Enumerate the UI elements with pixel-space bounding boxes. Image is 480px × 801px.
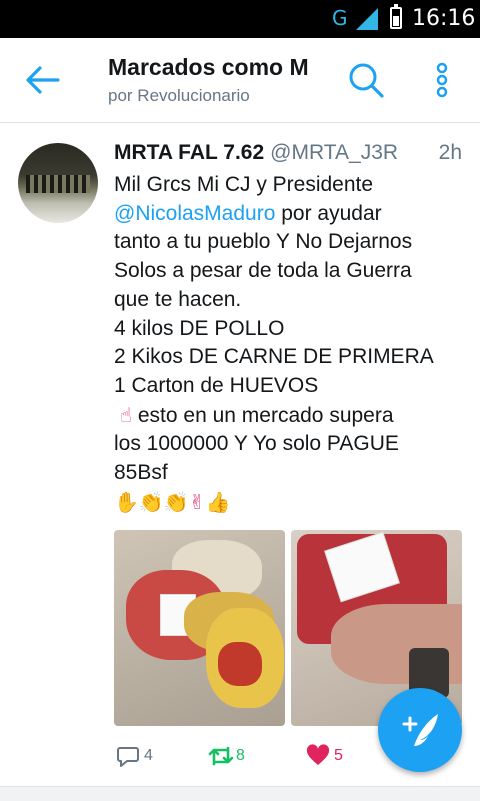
back-arrow-icon[interactable]: [22, 62, 62, 98]
tweet-line: por ayudar: [275, 201, 382, 225]
retweet-icon: [208, 746, 234, 766]
mention-link[interactable]: @NicolasMaduro: [114, 202, 275, 225]
app-bar: Marcados como M por Revolucionario: [0, 38, 480, 123]
more-vertical-icon[interactable]: [430, 60, 454, 100]
author-handle[interactable]: @MRTA_J3R: [270, 141, 398, 164]
reply-count: 4: [144, 747, 153, 764]
battery-icon: [390, 4, 402, 29]
tweet-line: 1 Carton de HUEVOS: [114, 373, 319, 397]
pointing-up-emoji-icon: ☝: [119, 402, 133, 427]
network-type: G: [332, 6, 348, 30]
tweet-line: 4 kilos DE POLLO: [114, 316, 285, 340]
tweet-time: 2h: [438, 141, 462, 164]
page-subtitle: por Revolucionario: [108, 86, 250, 105]
retweet-count: 8: [236, 747, 245, 764]
search-icon[interactable]: [346, 60, 386, 100]
like-count: 5: [334, 747, 343, 764]
tweet-header: MRTA FAL 7.62 @MRTA_J3R 2h: [114, 141, 464, 171]
compose-icon: [402, 714, 438, 746]
reply-icon: [117, 747, 139, 767]
page-title: Marcados como M: [108, 54, 309, 80]
tweet-text: Mil Grcs Mi CJ y Presidente @NicolasMadu…: [114, 171, 464, 516]
bottom-bar: [0, 786, 480, 801]
compose-tweet-button[interactable]: [378, 688, 462, 772]
tweet-line: 85Bsf: [114, 461, 168, 485]
tweet-photo-1[interactable]: [114, 530, 285, 726]
tweet-line: tanto a tu pueblo Y No Dejarnos: [114, 230, 413, 254]
tweet-line: esto en un mercado supera: [132, 403, 394, 427]
author-name[interactable]: MRTA FAL 7.62: [114, 141, 264, 164]
tweet-line: que te hacen.: [114, 287, 242, 311]
tweet-line: Mil Grcs Mi CJ y Presidente: [114, 173, 374, 196]
heart-icon: [306, 744, 330, 765]
avatar[interactable]: [18, 143, 98, 223]
tweet-line: 2 Kikos DE CARNE DE PRIMERA: [114, 345, 434, 369]
emoji-row: ✋👏👏✌👍: [114, 489, 231, 514]
tweet-line: los 1000000 Y Yo solo PAGUE: [114, 432, 399, 456]
tweet-line: Solos a pesar de toda la Guerra: [114, 259, 412, 283]
status-time: 16:16: [412, 6, 476, 31]
status-bar: G 16:16: [0, 0, 480, 38]
signal-icon: [356, 8, 378, 30]
